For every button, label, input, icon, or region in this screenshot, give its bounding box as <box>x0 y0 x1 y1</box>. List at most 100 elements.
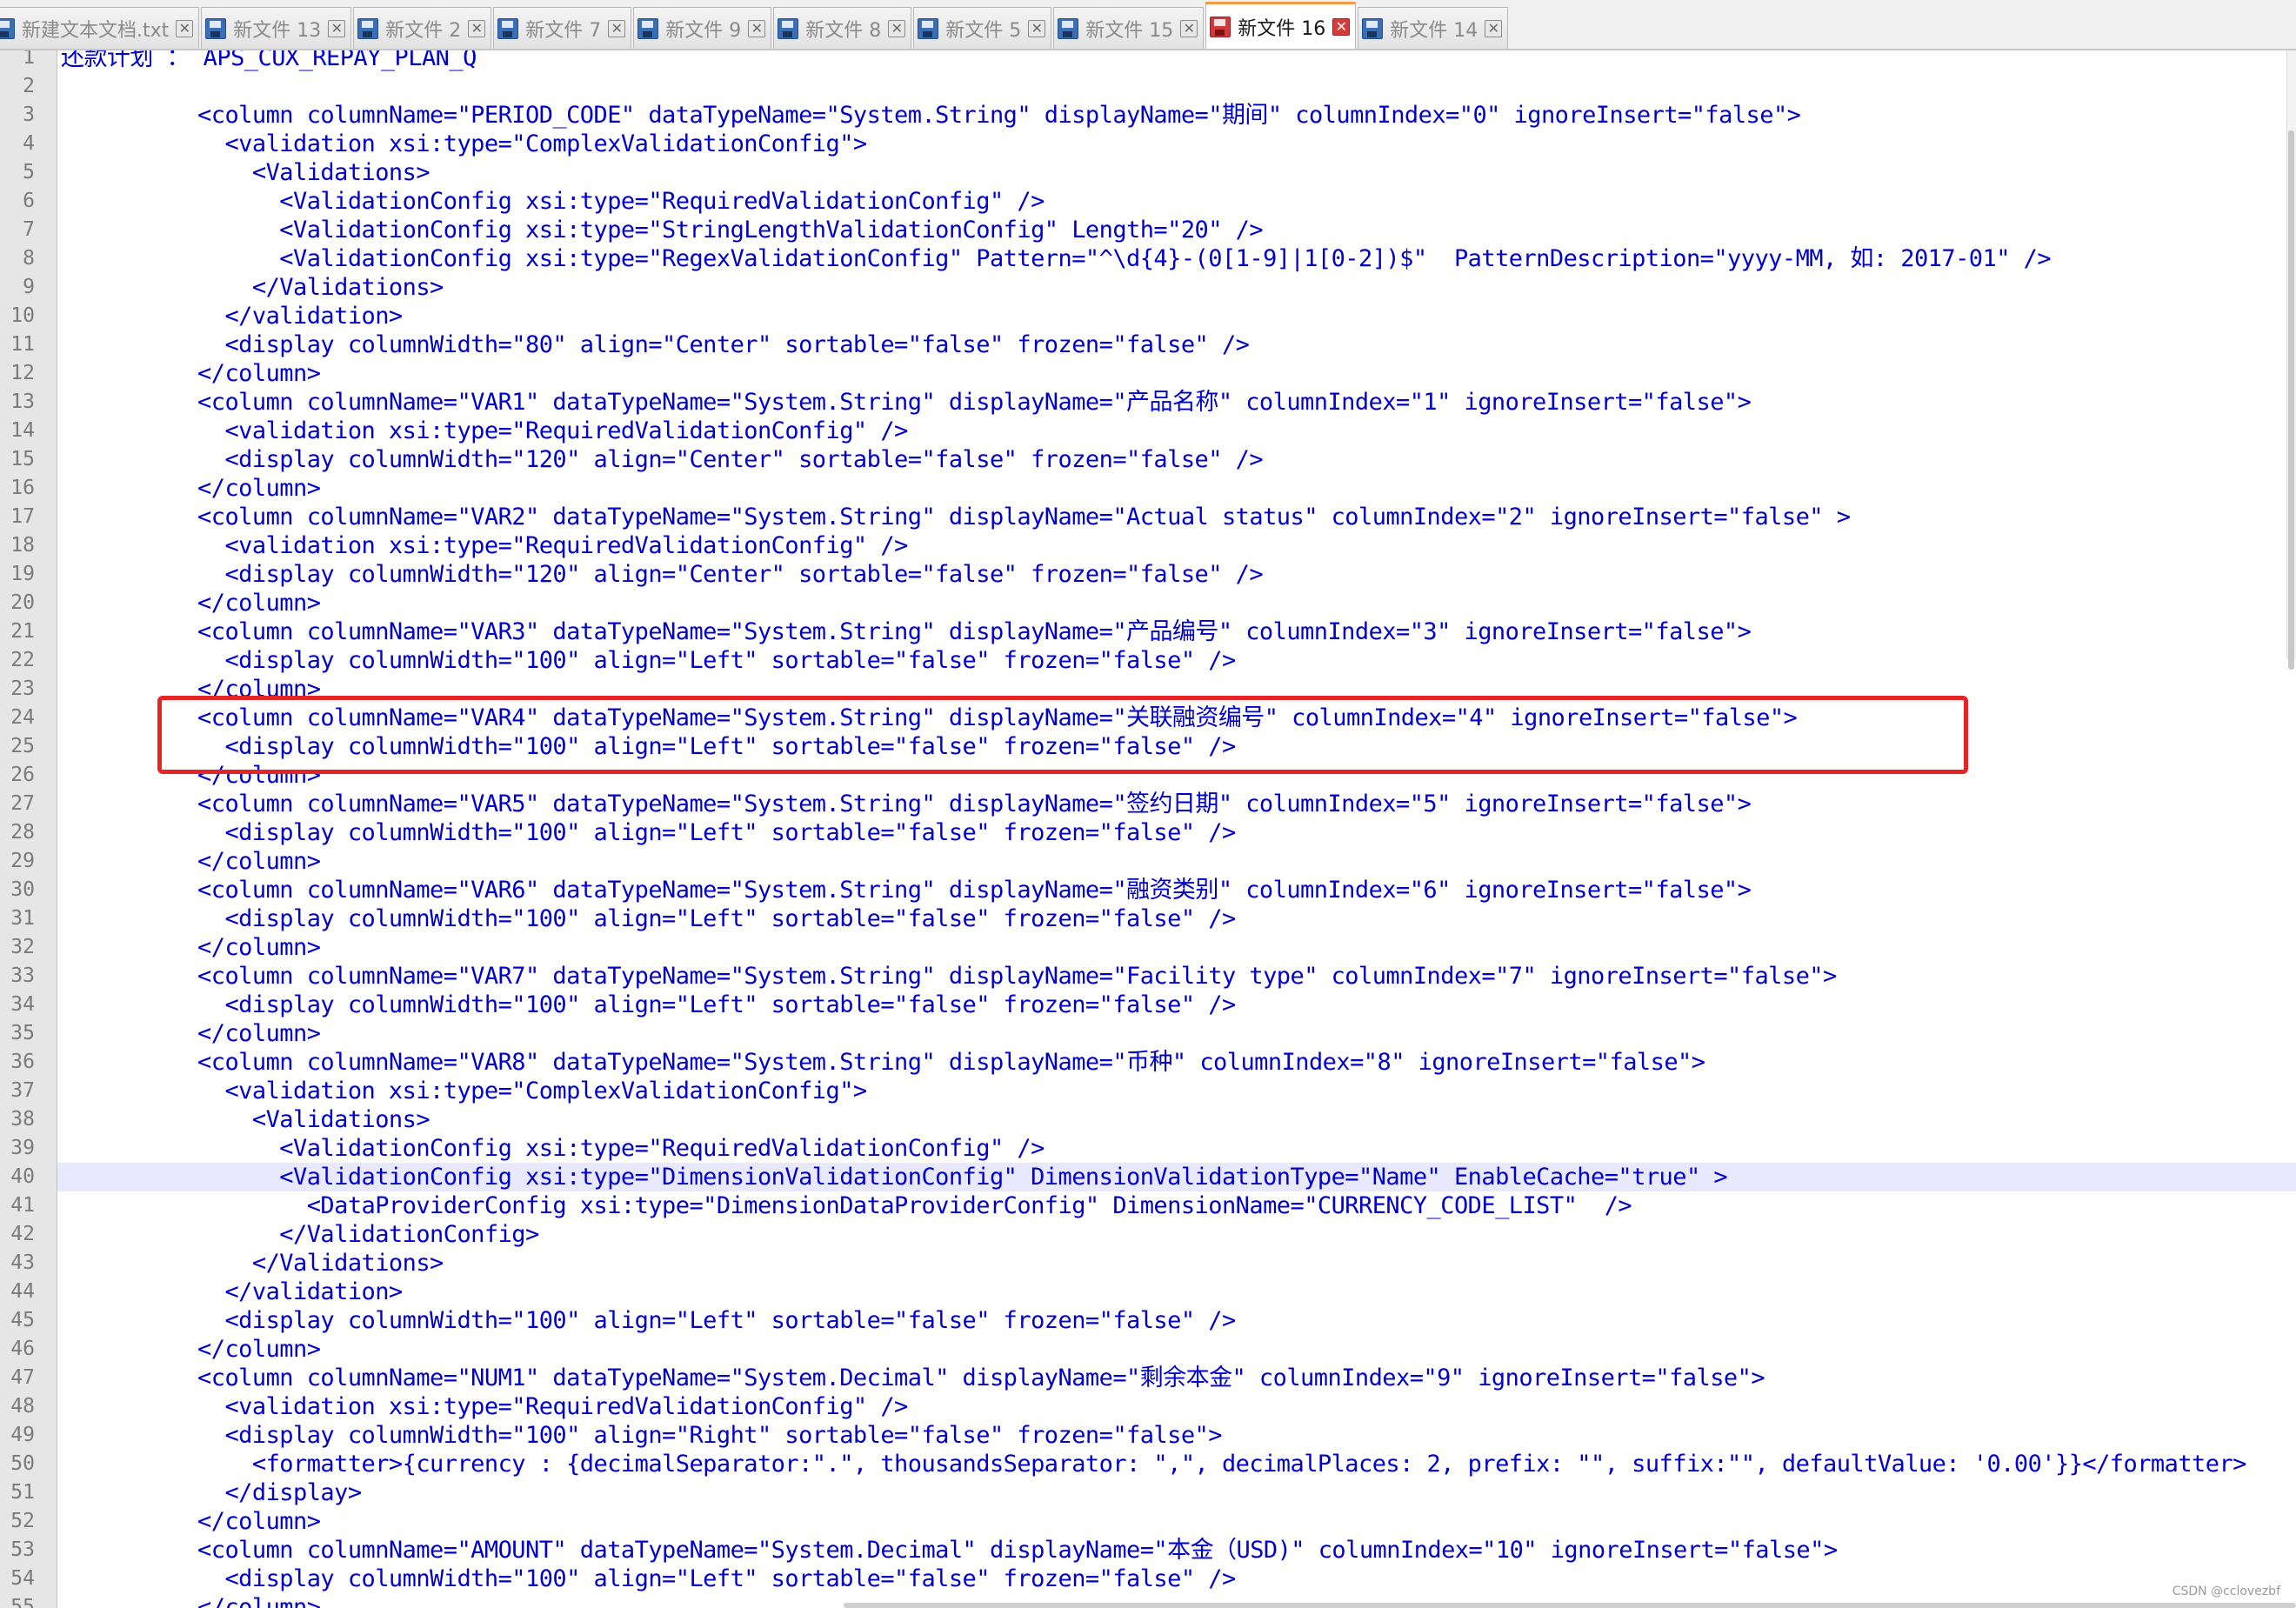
code-line[interactable]: 23 </column> <box>10 675 2296 704</box>
code-line[interactable]: 4 <validation xsi:type="ComplexValidatio… <box>23 130 2296 158</box>
code-line[interactable]: 33 <column columnName="VAR7" dataTypeNam… <box>10 962 2296 991</box>
line-text: </column> <box>61 676 321 703</box>
code-line[interactable]: 24 <column columnName="VAR4" dataTypeNam… <box>10 704 2296 732</box>
code-line[interactable]: 32 </column> <box>10 933 2296 962</box>
close-tab-icon[interactable]: ✕ <box>748 19 766 37</box>
code-line[interactable]: 31 <display columnWidth="100" align="Lef… <box>10 904 2296 933</box>
line-text: <ValidationConfig xsi:type="RequiredVali… <box>61 1135 1045 1162</box>
code-area[interactable]: 1 还款计划 ： APS_CUX_REPAY_PLAN_Q 2 3 <column c… <box>10 50 2296 1608</box>
code-line[interactable]: 25 <display columnWidth="100" align="Lef… <box>10 732 2296 761</box>
code-line[interactable]: 7 <ValidationConfig xsi:type="StringLeng… <box>23 216 2296 244</box>
code-line[interactable]: 41 <DataProviderConfig xsi:type="Dimensi… <box>10 1191 2296 1220</box>
code-line[interactable]: 20 </column> <box>10 589 2296 617</box>
line-number: 15 <box>10 448 35 470</box>
code-line[interactable]: 2 <box>23 72 2296 101</box>
tab-label: 新文件 8 <box>805 19 882 42</box>
code-line[interactable]: 12 </column> <box>10 359 2296 388</box>
code-line[interactable]: 47 <column columnName="NUM1" dataTypeNam… <box>10 1364 2296 1392</box>
code-line[interactable]: 11 <display columnWidth="80" align="Cent… <box>10 330 2296 359</box>
line-number: 11 <box>10 333 35 356</box>
tab-4[interactable]: 新文件 9 ✕ <box>633 7 772 49</box>
code-line[interactable]: 28 <display columnWidth="100" align="Lef… <box>10 818 2296 847</box>
code-line[interactable]: 44 </validation> <box>10 1278 2296 1306</box>
line-number: 9 <box>23 276 35 298</box>
close-tab-icon[interactable]: ✕ <box>1028 19 1046 37</box>
line-text: <column columnName="PERIOD_CODE" dataTyp… <box>61 102 1801 129</box>
tab-3[interactable]: 新文件 7 ✕ <box>493 7 632 49</box>
line-text: <column columnName="VAR2" dataTypeName="… <box>61 504 1851 530</box>
line-number: 43 <box>10 1251 35 1274</box>
line-text: </validation> <box>61 303 403 330</box>
line-number: 26 <box>10 764 35 786</box>
close-tab-icon[interactable]: ✕ <box>1485 19 1503 37</box>
code-line[interactable]: 49 <display columnWidth="100" align="Rig… <box>10 1421 2296 1450</box>
code-line[interactable]: 54 <display columnWidth="100" align="Lef… <box>10 1565 2296 1593</box>
line-number: 42 <box>10 1223 35 1245</box>
code-line[interactable]: 13 <column columnName="VAR1" dataTypeNam… <box>10 388 2296 417</box>
code-line[interactable]: 30 <column columnName="VAR6" dataTypeNam… <box>10 876 2296 904</box>
code-line[interactable]: 17 <column columnName="VAR2" dataTypeNam… <box>10 503 2296 531</box>
tab-1[interactable]: 新文件 13 ✕ <box>201 7 352 49</box>
code-line[interactable]: 15 <display columnWidth="120" align="Cen… <box>10 445 2296 474</box>
editor[interactable]: 1 还款计划 ： APS_CUX_REPAY_PLAN_Q 2 3 <column c… <box>0 50 2296 1608</box>
code-line[interactable]: 48 <validation xsi:type="RequiredValidat… <box>10 1392 2296 1421</box>
line-number: 50 <box>10 1452 35 1475</box>
code-line[interactable]: 43 </Validations> <box>10 1249 2296 1278</box>
code-line[interactable]: 22 <display columnWidth="100" align="Lef… <box>10 646 2296 675</box>
code-line[interactable]: 1 还款计划 ： APS_CUX_REPAY_PLAN_Q <box>23 50 2296 72</box>
vertical-scrollbar-thumb[interactable] <box>2288 130 2294 670</box>
code-line[interactable]: 27 <column columnName="VAR5" dataTypeNam… <box>10 790 2296 818</box>
code-line[interactable]: 52 </column> <box>10 1507 2296 1536</box>
code-line[interactable]: 9 </Validations> <box>23 273 2296 302</box>
code-line[interactable]: 21 <column columnName="VAR3" dataTypeNam… <box>10 617 2296 646</box>
close-tab-icon[interactable]: ✕ <box>176 19 194 37</box>
tab-6[interactable]: 新文件 5 ✕ <box>913 7 1052 49</box>
line-number: 51 <box>10 1481 35 1504</box>
code-line[interactable]: 46 </column> <box>10 1335 2296 1364</box>
tab-2[interactable]: 新文件 2 ✕ <box>353 7 492 49</box>
code-line[interactable]: 14 <validation xsi:type="RequiredValidat… <box>10 417 2296 445</box>
code-line[interactable]: 50 <formatter>{currency : {decimalSepara… <box>10 1450 2296 1478</box>
code-line[interactable]: 19 <display columnWidth="120" align="Cen… <box>10 560 2296 589</box>
line-text: <column columnName="VAR1" dataTypeName="… <box>61 389 1752 416</box>
tab-5[interactable]: 新文件 8 ✕ <box>773 7 912 49</box>
code-line[interactable]: 51 </display> <box>10 1478 2296 1507</box>
close-tab-icon[interactable]: ✕ <box>1332 17 1351 36</box>
code-line[interactable]: 39 <ValidationConfig xsi:type="RequiredV… <box>10 1134 2296 1163</box>
tab-9[interactable]: 新文件 14 ✕ <box>1358 7 1509 49</box>
line-number: 7 <box>23 218 35 241</box>
code-line[interactable]: 38 <Validations> <box>10 1105 2296 1134</box>
line-text: </column> <box>61 848 321 875</box>
tab-label: 新文件 2 <box>385 19 462 42</box>
close-tab-icon[interactable]: ✕ <box>608 19 626 37</box>
code-line[interactable]: 35 </column> <box>10 1019 2296 1048</box>
code-line[interactable]: 53 <column columnName="AMOUNT" dataTypeN… <box>10 1536 2296 1565</box>
code-line[interactable]: 29 </column> <box>10 847 2296 876</box>
horizontal-scrollbar-thumb[interactable] <box>844 1603 2296 1608</box>
code-line[interactable]: 16 </column> <box>10 474 2296 503</box>
code-line[interactable]: 18 <validation xsi:type="RequiredValidat… <box>10 531 2296 560</box>
code-line[interactable]: 37 <validation xsi:type="ComplexValidati… <box>10 1077 2296 1105</box>
code-line[interactable]: 40 <ValidationConfig xsi:type="Dimension… <box>10 1163 2296 1191</box>
line-number: 4 <box>23 132 35 155</box>
close-tab-icon[interactable]: ✕ <box>1180 19 1198 37</box>
close-tab-icon[interactable]: ✕ <box>468 19 486 37</box>
line-text: <validation xsi:type="RequiredValidation… <box>61 417 908 444</box>
code-line[interactable]: 5 <Validations> <box>23 158 2296 187</box>
close-tab-icon[interactable]: ✕ <box>888 19 906 37</box>
line-text: </column> <box>61 934 321 961</box>
code-line[interactable]: 36 <column columnName="VAR8" dataTypeNam… <box>10 1048 2296 1077</box>
code-line[interactable]: 6 <ValidationConfig xsi:type="RequiredVa… <box>23 187 2296 216</box>
code-line[interactable]: 10 </validation> <box>10 302 2296 330</box>
code-line[interactable]: 8 <ValidationConfig xsi:type="RegexValid… <box>23 244 2296 273</box>
code-line[interactable]: 45 <display columnWidth="100" align="Lef… <box>10 1306 2296 1335</box>
vertical-scrollbar[interactable] <box>2286 50 2296 670</box>
tab-8[interactable]: 新文件 16 ✕ <box>1205 2 1357 49</box>
code-line[interactable]: 34 <display columnWidth="100" align="Lef… <box>10 991 2296 1019</box>
tab-0[interactable]: 新建文本文档.txt ✕ <box>0 7 200 49</box>
tab-7[interactable]: 新文件 15 ✕ <box>1053 7 1205 49</box>
code-line[interactable]: 3 <column columnName="PERIOD_CODE" dataT… <box>23 101 2296 130</box>
code-line[interactable]: 26 </column> <box>10 761 2296 790</box>
close-tab-icon[interactable]: ✕ <box>328 19 346 37</box>
code-line[interactable]: 42 </ValidationConfig> <box>10 1220 2296 1249</box>
